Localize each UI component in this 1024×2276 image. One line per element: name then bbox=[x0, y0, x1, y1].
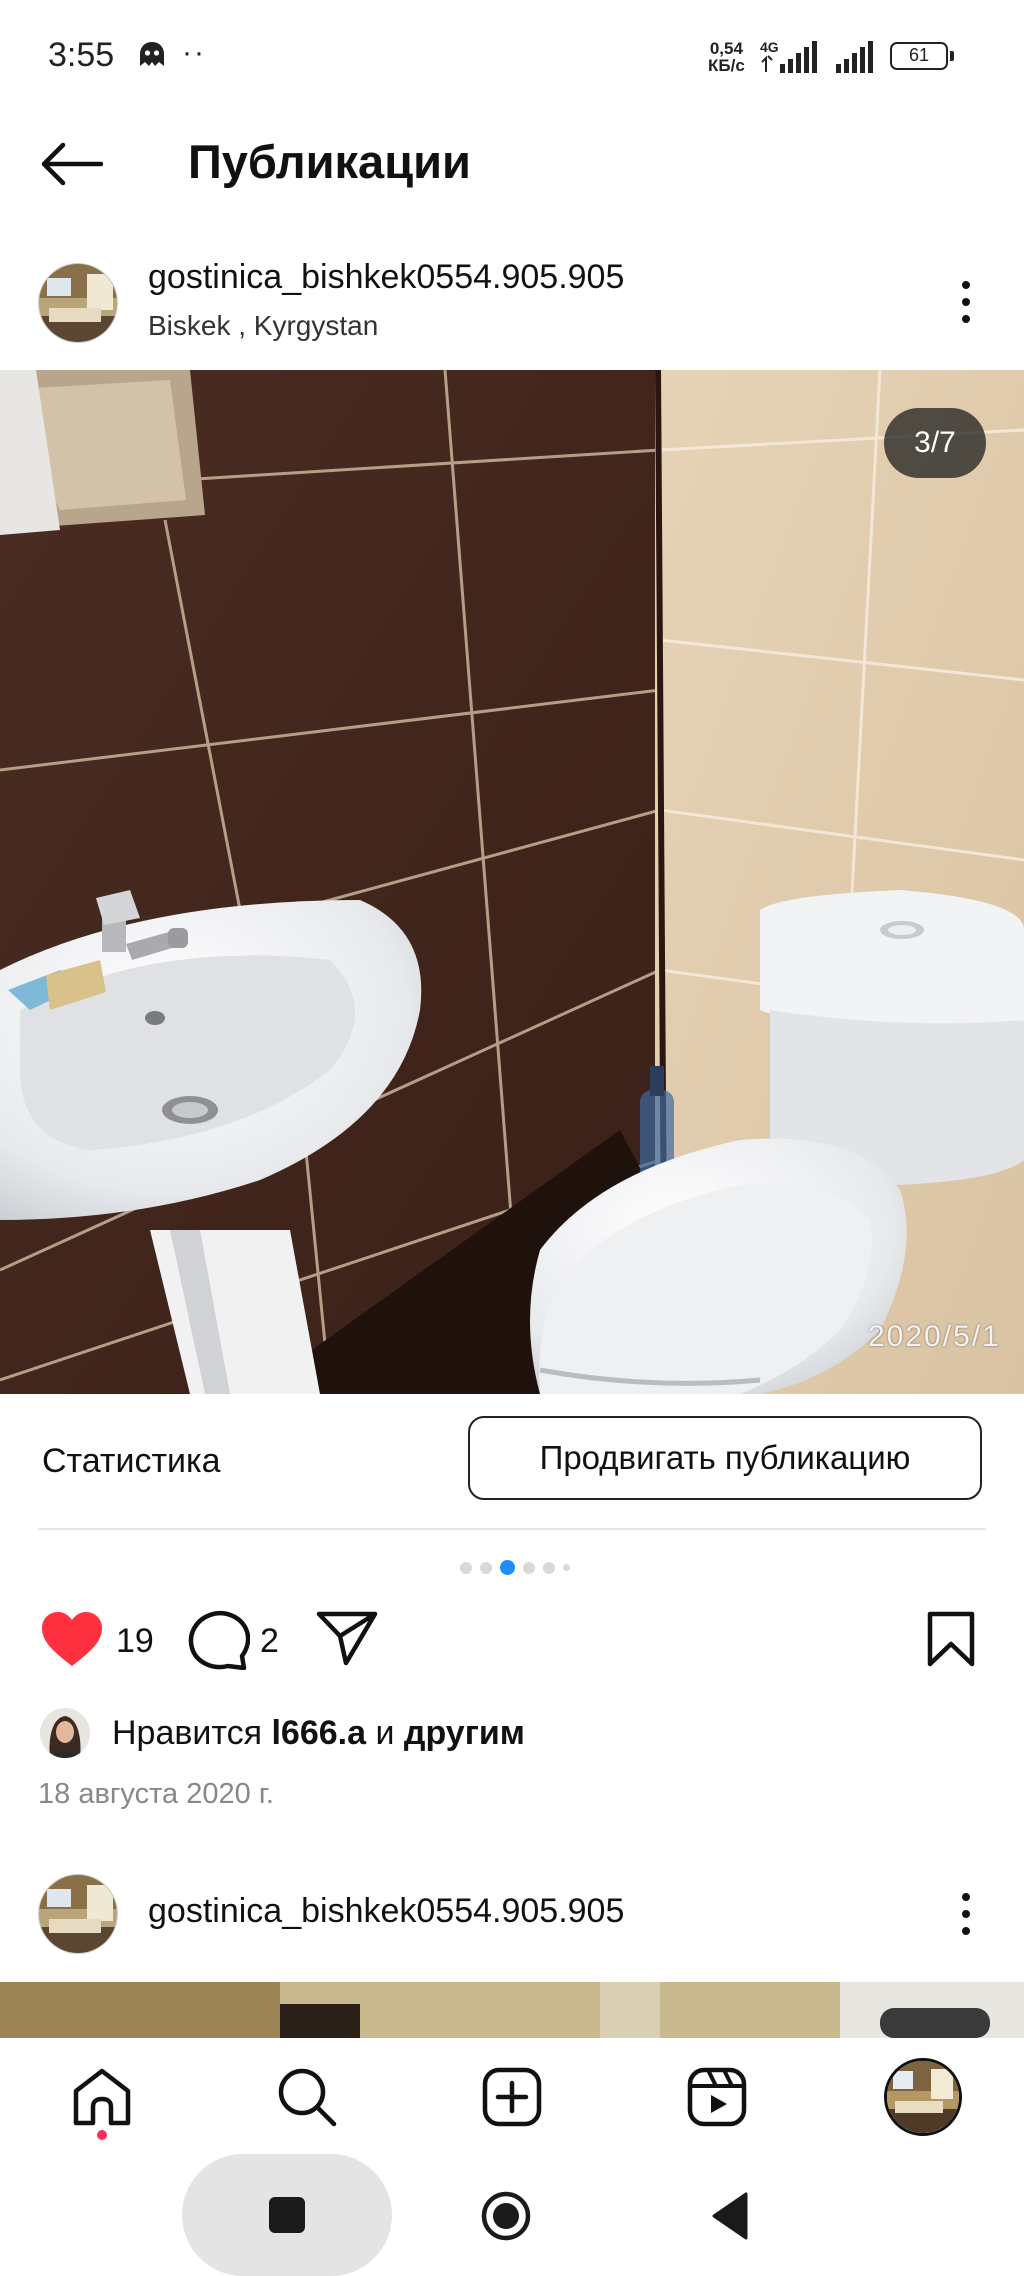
photo-counter-badge: 3/7 bbox=[884, 408, 986, 478]
post-photo[interactable] bbox=[0, 370, 1024, 1394]
next-post-author-avatar[interactable] bbox=[38, 1874, 118, 1954]
triangle-back-icon bbox=[712, 2192, 748, 2240]
signal-4g-icon: 4G bbox=[760, 40, 817, 73]
statistics-link[interactable]: Статистика bbox=[42, 1442, 221, 1481]
carousel-dot bbox=[523, 1561, 535, 1574]
more-options-button[interactable] bbox=[946, 272, 986, 332]
nav-profile-avatar[interactable] bbox=[884, 2058, 962, 2136]
save-button[interactable] bbox=[926, 1610, 976, 1673]
back-system-button[interactable] bbox=[706, 2190, 758, 2242]
post-author-username[interactable]: gostinica_bishkek0554.905.905 bbox=[148, 258, 624, 297]
app-header: Публикации bbox=[0, 116, 1024, 210]
create-icon bbox=[482, 2067, 542, 2127]
status-more-dots: ·· bbox=[182, 36, 206, 69]
liked-by-user[interactable]: l666.a bbox=[271, 1714, 366, 1752]
photo-timestamp: 2020/5/1 bbox=[868, 1320, 1001, 1353]
next-post-photo[interactable] bbox=[0, 1982, 1024, 2038]
home-system-button[interactable] bbox=[480, 2190, 532, 2242]
nav-reels[interactable] bbox=[682, 2062, 752, 2132]
more-vertical-icon bbox=[962, 281, 970, 323]
carousel-dot bbox=[563, 1564, 570, 1571]
heart-filled-icon bbox=[42, 1612, 102, 1666]
signal-icon bbox=[836, 41, 873, 73]
network-speed: 0,54 КБ/с bbox=[708, 39, 745, 75]
nav-create[interactable] bbox=[477, 2062, 547, 2132]
home-icon bbox=[73, 2068, 131, 2126]
svg-text:4G: 4G bbox=[760, 40, 779, 55]
carousel-dot-active bbox=[500, 1560, 515, 1575]
post-header: gostinica_bishkek0554.905.905 Biskek , K… bbox=[0, 248, 1024, 358]
notification-ghost-icon bbox=[136, 40, 168, 75]
reels-icon bbox=[687, 2067, 747, 2127]
bottom-navigation bbox=[0, 2038, 1024, 2154]
page-title: Публикации bbox=[188, 135, 471, 188]
circle-home-icon bbox=[481, 2191, 531, 2241]
post-date: 18 августа 2020 г. bbox=[38, 1778, 274, 1810]
share-button[interactable] bbox=[316, 1610, 378, 1671]
carousel-dot bbox=[460, 1561, 472, 1574]
nav-home[interactable] bbox=[67, 2062, 137, 2132]
likes-count[interactable]: 19 bbox=[116, 1622, 154, 1661]
liked-by-others[interactable]: другим bbox=[404, 1714, 525, 1752]
comments-count[interactable]: 2 bbox=[260, 1622, 279, 1661]
send-icon bbox=[316, 1611, 378, 1666]
like-button[interactable] bbox=[40, 1610, 104, 1673]
next-post-username[interactable]: gostinica_bishkek0554.905.905 bbox=[148, 1892, 624, 1931]
comment-button[interactable] bbox=[188, 1610, 251, 1675]
status-bar: 3:55 ·· 0,54 КБ/с 4G 61 bbox=[0, 0, 1024, 116]
carousel-dot bbox=[543, 1561, 555, 1574]
post-author-avatar[interactable] bbox=[38, 263, 118, 343]
system-navigation-bar bbox=[0, 2154, 1024, 2276]
carousel-indicator bbox=[460, 1560, 570, 1575]
recent-apps-button[interactable] bbox=[182, 2154, 392, 2276]
promote-post-button[interactable]: Продвигать публикацию bbox=[468, 1416, 982, 1500]
square-icon bbox=[269, 2197, 305, 2233]
divider bbox=[38, 1528, 986, 1530]
more-vertical-icon bbox=[962, 1893, 970, 1935]
carousel-dot bbox=[480, 1561, 492, 1574]
battery-icon: 61 bbox=[890, 42, 954, 70]
back-button[interactable] bbox=[36, 136, 108, 192]
bookmark-icon bbox=[927, 1611, 975, 1667]
status-time: 3:55 bbox=[48, 36, 115, 74]
liked-by-text: Нравится l666.a и другим bbox=[112, 1714, 525, 1752]
post-location[interactable]: Biskek , Kyrgystan bbox=[148, 310, 378, 342]
notification-dot bbox=[97, 2130, 107, 2140]
liker-avatar[interactable] bbox=[40, 1708, 90, 1758]
comment-icon bbox=[188, 1611, 251, 1671]
search-icon bbox=[278, 2068, 337, 2127]
next-post-more-button[interactable] bbox=[946, 1884, 986, 1944]
nav-search[interactable] bbox=[272, 2062, 342, 2132]
next-post-header: gostinica_bishkek0554.905.905 bbox=[0, 1860, 1024, 1970]
arrow-left-icon bbox=[41, 142, 103, 186]
